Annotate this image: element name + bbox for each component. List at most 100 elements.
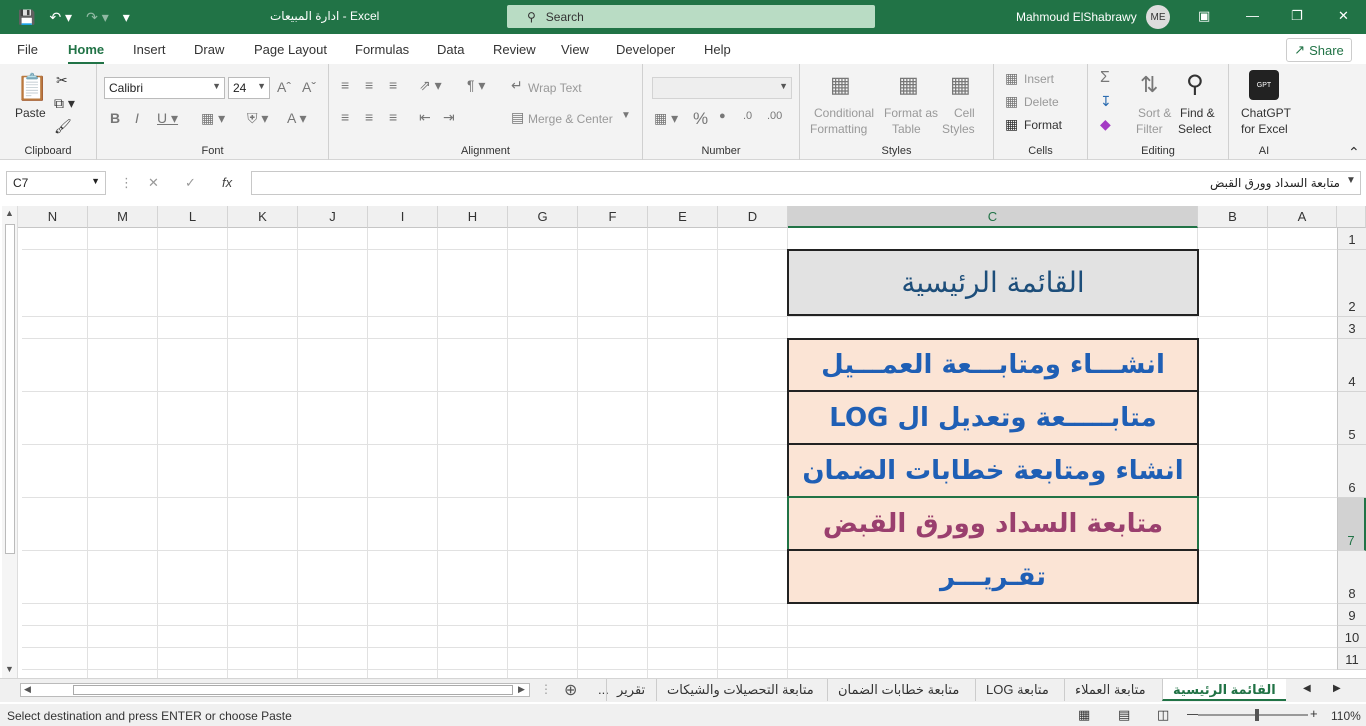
restore-icon[interactable]: ❐ [1291,8,1303,24]
format-table-label-1[interactable]: Format as [884,106,938,120]
align-center-icon[interactable]: ≡ [365,109,373,125]
cancel-icon[interactable]: ✕ [148,175,159,191]
cell-c4-customers-link[interactable]: انشـــاء ومتابـــعة العمـــيل [787,338,1199,392]
avatar[interactable]: ME [1146,5,1170,29]
row-header-8[interactable]: 8 [1337,551,1366,604]
tab-developer[interactable]: Developer [616,42,675,57]
tab-file[interactable]: File [17,42,38,57]
sheet-tab-main-menu[interactable]: القائمة الرئيسية [1162,679,1286,701]
format-painter-icon[interactable]: 🖌 [54,118,72,135]
shrink-font-icon[interactable]: Aˇ [302,79,316,95]
decrease-indent-icon[interactable]: ⇤ [419,109,431,126]
decrease-decimal-icon[interactable]: .00 [767,110,782,122]
tab-review[interactable]: Review [493,42,536,57]
borders-icon[interactable]: ▦ ▾ [201,110,225,127]
format-table-icon[interactable]: ▦ [898,72,919,98]
wrap-text-icon[interactable]: ↵ [511,77,523,94]
delete-cells-label[interactable]: Delete [1024,95,1059,109]
column-header-i[interactable]: I [368,206,438,228]
share-button[interactable]: ↗ Share [1286,38,1352,62]
zoom-level[interactable]: 110% [1331,709,1361,723]
chevron-down-icon[interactable]: ▼ [621,110,631,121]
zoom-slider[interactable] [1198,714,1308,716]
collapse-ribbon-icon[interactable]: ⌃ [1348,144,1360,161]
user-name[interactable]: Mahmoud ElShabrawy [1016,10,1137,24]
normal-view-icon[interactable]: ▦ [1078,707,1090,723]
fill-color-icon[interactable]: ⛨ ▾ [247,110,268,127]
sort-filter-label-1[interactable]: Sort & [1138,106,1171,120]
page-layout-icon[interactable]: ▤ [1118,707,1130,723]
tab-scroll-left-icon[interactable]: ◀ [1303,683,1311,694]
column-header-k[interactable]: K [228,206,298,228]
minimize-icon[interactable]: — [1246,8,1259,23]
percent-icon[interactable]: % [693,109,708,129]
vertical-scroll-thumb[interactable] [5,224,15,554]
row-header-9[interactable]: 9 [1337,604,1366,626]
column-header-h[interactable]: H [438,206,508,228]
formula-input[interactable]: متابعة السداد وورق القبض [251,171,1361,195]
column-header-c[interactable]: C [788,206,1198,228]
accounting-icon[interactable]: ▦ ▾ [654,110,678,127]
clear-icon[interactable]: ◆ [1100,116,1111,133]
format-table-label-2[interactable]: Table [892,122,921,136]
column-header-n[interactable]: N [18,206,88,228]
merge-icon[interactable]: ▤ [511,109,524,126]
insert-function-icon[interactable]: fx [222,175,232,190]
page-break-icon[interactable]: ◫ [1157,707,1169,723]
scroll-up-icon[interactable]: ▲ [5,208,14,218]
orientation-icon[interactable]: ⇗ ▾ [419,77,442,94]
copy-icon[interactable]: ⧉ ▾ [54,95,75,112]
scroll-right-icon[interactable]: ▶ [518,684,525,695]
autosum-icon[interactable]: Σ [1100,69,1110,87]
paste-label[interactable]: Paste [15,106,46,120]
tab-home[interactable]: Home [68,42,105,65]
fill-icon[interactable]: ↧ [1100,93,1112,110]
cell-styles-label-1[interactable]: Cell [954,106,975,120]
row-header-10[interactable]: 10 [1337,626,1366,648]
rtl-icon[interactable]: ¶ ▾ [467,77,485,94]
font-color-icon[interactable]: A ▾ [287,110,306,127]
row-header-1[interactable]: 1 [1337,228,1366,250]
tab-scroll-right-icon[interactable]: ▶ [1333,683,1341,694]
sort-filter-label-2[interactable]: Filter [1136,122,1163,136]
scroll-down-icon[interactable]: ▼ [5,664,14,674]
insert-cells-label[interactable]: Insert [1024,72,1054,86]
tab-data[interactable]: Data [437,42,464,57]
cell-styles-label-2[interactable]: Styles [942,122,975,136]
name-box[interactable]: C7 ▼ [6,171,106,195]
close-icon[interactable]: ✕ [1338,8,1349,24]
column-header-g[interactable]: G [508,206,578,228]
redo-icon[interactable]: ↷ ▾ [86,9,109,26]
ribbon-display-icon[interactable]: ▣ [1198,8,1210,24]
row-header-3[interactable]: 3 [1337,317,1366,339]
tab-page-layout[interactable]: Page Layout [254,42,327,57]
row-header-5[interactable]: 5 [1337,392,1366,445]
conditional-formatting-icon[interactable]: ▦ [830,72,851,98]
sheet-tab-log[interactable]: متابعة LOG [975,679,1059,701]
row-header-11[interactable]: 11 [1337,648,1366,670]
italic-icon[interactable]: I [135,110,139,126]
conditional-formatting-label-1[interactable]: Conditional [814,106,874,120]
column-header-a[interactable]: A [1268,206,1337,228]
sheet-tab-collections[interactable]: متابعة التحصيلات والشيكات [656,679,824,701]
tab-insert[interactable]: Insert [133,42,166,57]
column-header-f[interactable]: F [578,206,648,228]
row-header-6[interactable]: 6 [1337,445,1366,498]
chatgpt-label-2[interactable]: for Excel [1241,122,1288,136]
column-header-d[interactable]: D [718,206,788,228]
tab-formulas[interactable]: Formulas [355,42,409,57]
paste-icon[interactable]: 📋 [16,72,48,103]
cell-c2-main-menu-title[interactable]: القائمة الرئيسية [787,249,1199,316]
comma-icon[interactable]: ● [719,110,726,122]
column-header-l[interactable]: L [158,206,228,228]
horizontal-scrollbar[interactable]: ◀ ▶ [20,683,530,697]
underline-icon[interactable]: U ▾ [157,110,178,127]
cell-c6-guarantee-letters-link[interactable]: انشاء ومتابعة خطابات الضمان [787,443,1199,498]
sheet-tab-report[interactable]: تقرير [606,679,655,701]
increase-indent-icon[interactable]: ⇥ [443,109,455,126]
find-select-label-2[interactable]: Select [1178,122,1211,136]
bold-icon[interactable]: B [110,110,120,126]
tab-draw[interactable]: Draw [194,42,224,57]
format-cells-icon[interactable]: ▦ [1005,116,1018,133]
insert-cells-icon[interactable]: ▦ [1005,70,1018,87]
